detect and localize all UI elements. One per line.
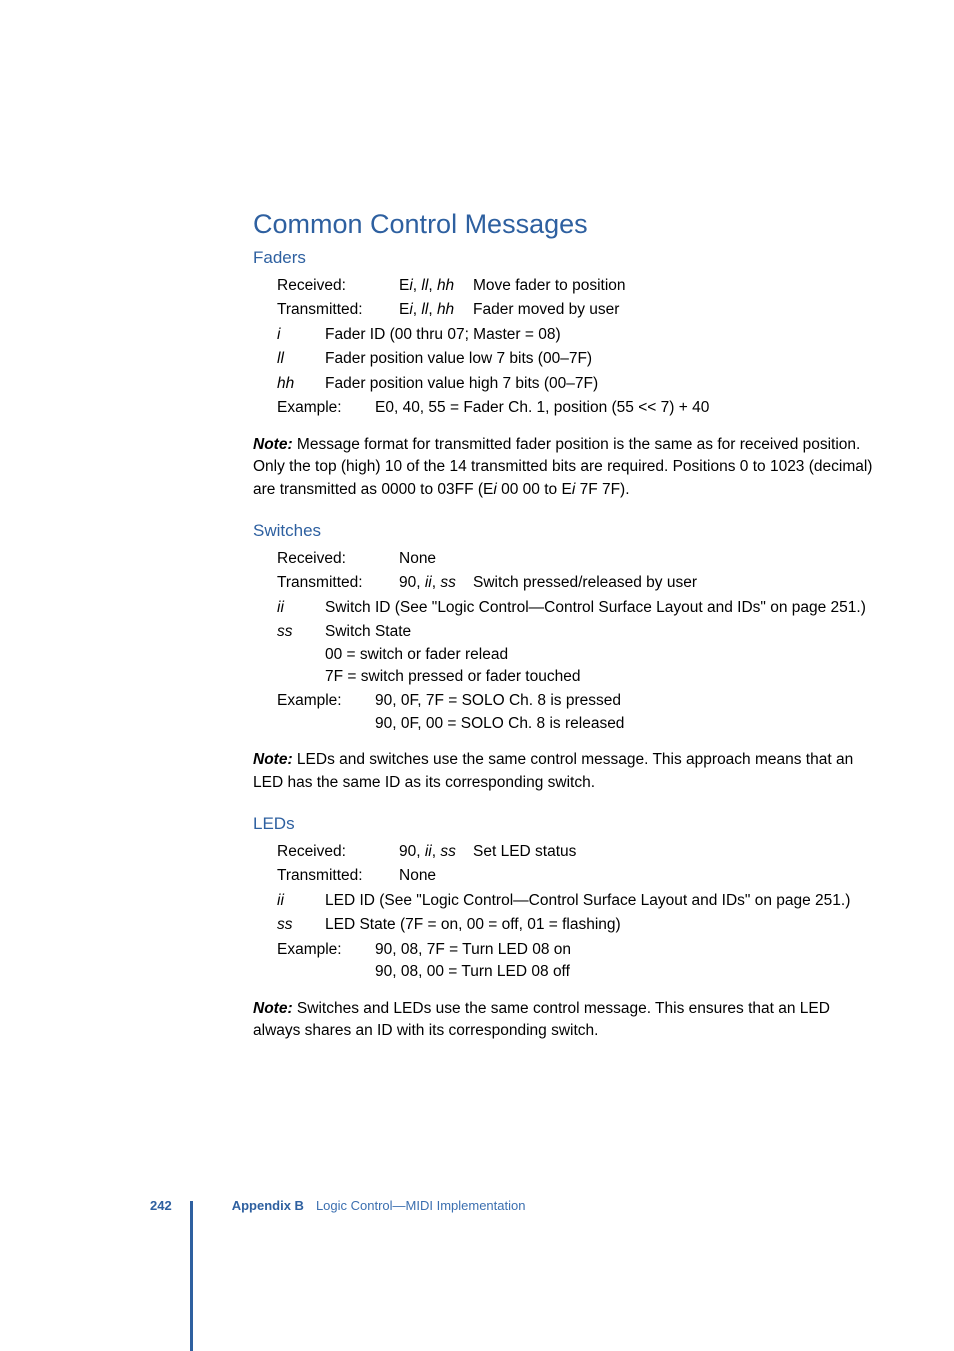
faders-example-label: Example: <box>277 397 375 419</box>
faders-ll-desc: Fader position value low 7 bits (00–7F) <box>325 348 874 370</box>
switches-example-line2: 90, 0F, 00 = SOLO Ch. 8 is released <box>375 713 874 735</box>
page-number: 242 <box>150 1197 172 1216</box>
faders-received-code: Ei, ll, hh <box>399 275 473 297</box>
faders-tx-code: Ei, ll, hh <box>399 299 473 321</box>
footer-rule <box>190 1201 193 1351</box>
switches-received-code: None <box>399 548 473 570</box>
faders-example-text: E0, 40, 55 = Fader Ch. 1, position (55 <… <box>375 397 874 419</box>
leds-example-label: Example: <box>277 939 375 984</box>
faders-received-label: Received: <box>277 275 399 297</box>
faders-note: Note: Message format for transmitted fad… <box>253 434 874 501</box>
switches-ii-desc: Switch ID (See "Logic Control—Control Su… <box>325 597 874 619</box>
faders-tx-desc: Fader moved by user <box>473 299 874 321</box>
switches-example-label: Example: <box>277 690 375 735</box>
leds-tx-label: Transmitted: <box>277 865 399 887</box>
section-heading: Common Control Messages <box>253 205 874 244</box>
leds-ss-key: ss <box>277 914 325 936</box>
faders-hh-key: hh <box>277 373 325 395</box>
faders-received-desc: Move fader to position <box>473 275 874 297</box>
leds-note-text: Switches and LEDs use the same control m… <box>253 1000 830 1039</box>
faders-i-desc: Fader ID (00 thru 07; Master = 08) <box>325 324 874 346</box>
switches-note: Note: LEDs and switches use the same con… <box>253 749 874 794</box>
leds-received-label: Received: <box>277 841 399 863</box>
switches-ss-line1: Switch State <box>325 621 874 643</box>
leds-note: Note: Switches and LEDs use the same con… <box>253 998 874 1043</box>
appendix-label: Appendix B <box>232 1197 304 1216</box>
page-footer: 242 Appendix B Logic Control—MIDI Implem… <box>150 1197 525 1216</box>
switches-tx-code: 90, ii, ss <box>399 572 473 594</box>
note-label: Note: <box>253 436 293 453</box>
leds-received-code: 90, ii, ss <box>399 841 473 863</box>
switches-note-text: LEDs and switches use the same control m… <box>253 751 853 790</box>
switches-ii-key: ii <box>277 597 325 619</box>
faders-i-key: i <box>277 324 325 346</box>
leds-example-line2: 90, 08, 00 = Turn LED 08 off <box>375 961 874 983</box>
faders-ll-key: ll <box>277 348 325 370</box>
switches-tx-desc: Switch pressed/released by user <box>473 572 874 594</box>
switches-received-label: Received: <box>277 548 399 570</box>
switches-example-line1: 90, 0F, 7F = SOLO Ch. 8 is pressed <box>375 690 874 712</box>
faders-note-text: Message format for transmitted fader pos… <box>253 436 872 498</box>
switches-ss-key: ss <box>277 621 325 688</box>
appendix-title: Logic Control—MIDI Implementation <box>316 1197 526 1216</box>
leds-subheading: LEDs <box>253 812 874 837</box>
switches-ss-line2: 00 = switch or fader relead <box>325 644 874 666</box>
switches-ss-line3: 7F = switch pressed or fader touched <box>325 666 874 688</box>
leds-ii-key: ii <box>277 890 325 912</box>
leds-received-desc: Set LED status <box>473 841 874 863</box>
leds-tx-code: None <box>399 865 473 887</box>
faders-hh-desc: Fader position value high 7 bits (00–7F) <box>325 373 874 395</box>
note-label: Note: <box>253 1000 293 1017</box>
leds-ii-desc: LED ID (See "Logic Control—Control Surfa… <box>325 890 874 912</box>
switches-subheading: Switches <box>253 519 874 544</box>
leds-ss-desc: LED State (7F = on, 00 = off, 01 = flash… <box>325 914 874 936</box>
faders-subheading: Faders <box>253 246 874 271</box>
faders-tx-label: Transmitted: <box>277 299 399 321</box>
switches-tx-label: Transmitted: <box>277 572 399 594</box>
leds-example-line1: 90, 08, 7F = Turn LED 08 on <box>375 939 874 961</box>
note-label: Note: <box>253 751 293 768</box>
